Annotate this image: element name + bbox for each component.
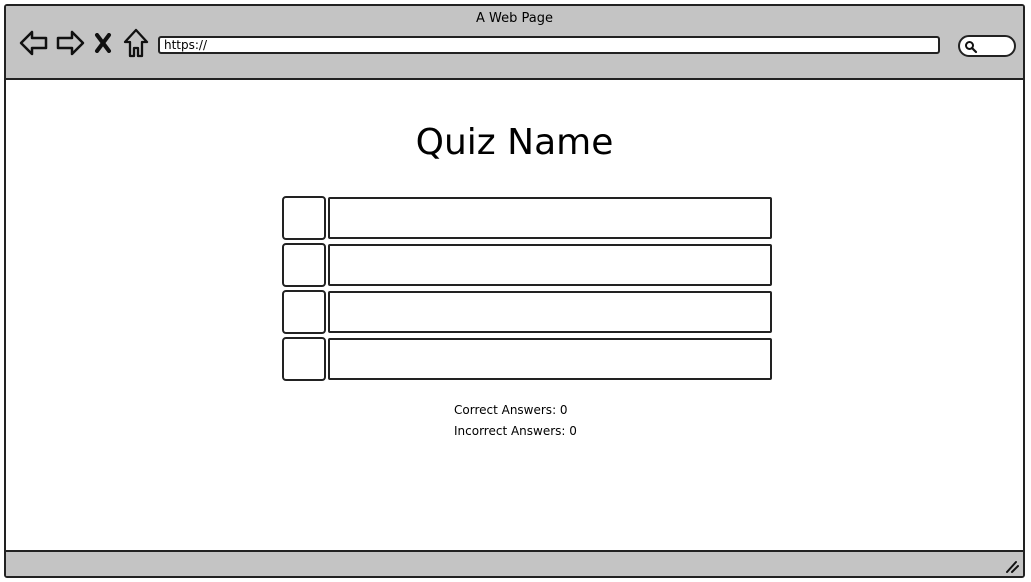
score-summary: Correct Answers: 0 Incorrect Answers: 0 [454, 400, 577, 442]
back-button[interactable] [18, 26, 50, 60]
back-arrow-icon [19, 30, 48, 56]
answer-checkbox[interactable] [282, 337, 326, 381]
window-title: A Web Page [476, 11, 553, 26]
answer-option[interactable] [328, 291, 772, 333]
address-bar[interactable]: https:// [158, 36, 940, 54]
answer-checkbox[interactable] [282, 243, 326, 287]
browser-window: A Web Page https:// Quiz Name Correct An… [4, 4, 1025, 578]
correct-count: Correct Answers: 0 [454, 403, 568, 417]
incorrect-count: Incorrect Answers: 0 [454, 424, 577, 438]
search-icon [965, 41, 978, 54]
answer-row [282, 243, 772, 290]
answer-row [282, 196, 772, 243]
status-bar [6, 550, 1023, 576]
answer-list [282, 196, 772, 384]
forward-button[interactable] [54, 26, 86, 60]
page-content: Quiz Name Correct Answers: 0 Incorrect A… [6, 80, 1023, 550]
answer-checkbox[interactable] [282, 196, 326, 240]
answer-option[interactable] [328, 244, 772, 286]
answer-row [282, 290, 772, 337]
home-button[interactable] [120, 26, 152, 60]
forward-arrow-icon [56, 30, 85, 56]
browser-toolbar: A Web Page https:// [6, 6, 1023, 80]
answer-option[interactable] [328, 197, 772, 239]
page-title: Quiz Name [415, 122, 614, 163]
answer-option[interactable] [328, 338, 772, 380]
close-icon [95, 33, 111, 53]
search-field[interactable] [958, 35, 1016, 57]
home-icon [123, 28, 149, 58]
resize-grip-icon[interactable] [1003, 559, 1019, 573]
stop-button[interactable] [90, 26, 116, 60]
answer-checkbox[interactable] [282, 290, 326, 334]
answer-row [282, 337, 772, 384]
nav-buttons [18, 26, 152, 60]
